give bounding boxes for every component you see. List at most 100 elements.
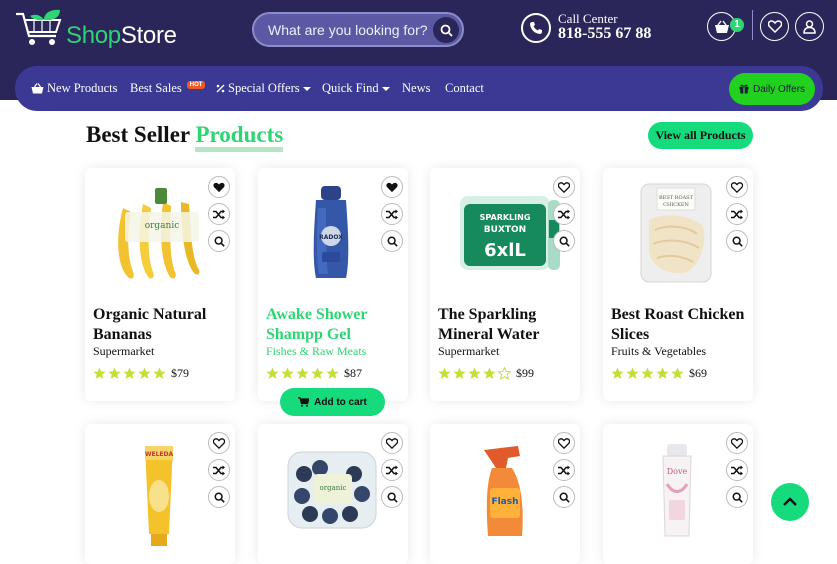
nav-special-offers[interactable]: Special Offers [216,81,311,96]
shuffle-icon [213,465,225,475]
wishlist-toggle[interactable] [381,432,403,454]
star-filled-icon [438,367,451,379]
compare-button[interactable] [726,203,748,225]
star-filled-icon [93,367,106,379]
compare-button[interactable] [208,203,230,225]
shuffle-icon [731,465,743,475]
product-card[interactable]: Dove [603,424,753,564]
user-icon [803,19,816,34]
shuffle-icon [386,465,398,475]
nav-quick-find[interactable]: Quick Find [322,81,390,96]
search-icon [387,492,398,503]
svg-text:BEST ROAST: BEST ROAST [659,195,694,201]
product-rating: $79 [93,366,189,381]
svg-text:WELEDA: WELEDA [145,451,174,458]
call-center-number[interactable]: 818-555 67 88 [558,25,651,43]
nav-news[interactable]: News [402,81,430,96]
product-name[interactable]: The Sparkling Mineral Water [438,305,578,345]
svg-text:Dove: Dove [667,467,688,476]
svg-text:BUXTON: BUXTON [484,225,526,235]
view-all-products-button[interactable]: View all Products [648,122,753,149]
product-card[interactable]: organic [258,424,408,564]
wishlist-button[interactable] [760,12,789,41]
svg-text:CHICKEN: CHICKEN [663,202,689,208]
compare-button[interactable] [381,459,403,481]
basket-icon [714,20,729,33]
wishlist-toggle[interactable] [726,176,748,198]
nav-contact-label: Contact [445,81,484,95]
compare-button[interactable] [726,459,748,481]
search-icon [214,236,225,247]
nav-contact[interactable]: Contact [445,81,484,96]
account-button[interactable] [795,12,824,41]
star-filled-icon [483,367,496,379]
product-category: Fruits & Vegetables [611,344,707,358]
nav-new-products[interactable]: New Products [31,81,117,96]
wishlist-toggle[interactable] [553,176,575,198]
shuffle-icon [558,209,570,219]
compare-button[interactable] [553,459,575,481]
quick-view-button[interactable] [381,486,403,508]
daily-offers-button[interactable]: Daily Offers [729,73,815,105]
add-to-cart-button[interactable]: Add to cart [280,388,385,416]
section-title-main: Best Seller [86,122,190,147]
svg-text:6xlL: 6xlL [484,240,526,261]
nav-new-products-label: New Products [47,81,118,95]
product-rating: $87 [266,366,362,381]
svg-text:RADOX: RADOX [319,234,343,241]
quick-view-button[interactable] [381,230,403,252]
svg-text:organic: organic [145,221,180,231]
search-input[interactable] [268,20,428,40]
quick-view-button[interactable] [726,230,748,252]
wishlist-toggle[interactable] [381,176,403,198]
call-center-icon [521,13,551,43]
product-card[interactable]: Flash [430,424,580,564]
product-name[interactable]: Best Roast Chicken Slices [611,305,751,345]
product-name[interactable]: Organic Natural Bananas [93,305,233,345]
star-filled-icon [326,367,339,379]
product-card[interactable]: organic Organic Natural Bananas Supermar… [85,168,235,401]
quick-view-button[interactable] [553,230,575,252]
shuffle-icon [731,209,743,219]
section-title-accent: Products [195,122,284,152]
nav-best-sales[interactable]: Best Sales HOT [130,80,206,96]
product-name[interactable]: Awake Shower Shampp Gel [266,305,406,345]
quick-view-button[interactable] [553,486,575,508]
search-button[interactable] [433,17,459,43]
compare-button[interactable] [208,459,230,481]
search-bar [252,12,464,47]
search-icon [214,492,225,503]
quick-view-button[interactable] [726,486,748,508]
star-filled-icon [311,367,324,379]
shuffle-icon [213,209,225,219]
cart-count-badge: 1 [730,18,744,32]
compare-button[interactable] [553,203,575,225]
star-filled-icon [266,367,279,379]
product-card[interactable]: RADOX Awake Shower Shampp Gel Fishes & R… [258,168,408,401]
logo[interactable]: ShopStore [14,8,184,54]
caret-down-icon [381,86,390,91]
wishlist-toggle[interactable] [553,432,575,454]
section-title: Best Seller Products [86,122,284,152]
wishlist-toggle[interactable] [208,176,230,198]
shuffle-icon [558,465,570,475]
product-card[interactable]: WELEDA [85,424,235,564]
header-divider [752,10,753,40]
caret-down-icon [302,86,311,91]
product-card[interactable]: SPARKLING BUXTON 6xlL The Sparkling Mine… [430,168,580,401]
compare-button[interactable] [381,203,403,225]
product-card[interactable]: BEST ROAST CHICKEN Best Roast Chicken Sl… [603,168,753,401]
quick-view-button[interactable] [208,486,230,508]
quick-view-button[interactable] [208,230,230,252]
product-category: Supermarket [93,344,155,358]
nav-news-label: News [402,81,431,95]
cart-icon [298,397,310,407]
wishlist-toggle[interactable] [208,432,230,454]
product-price: $79 [171,366,189,380]
nav-best-sales-label: Best Sales [130,81,182,95]
scroll-to-top-button[interactable] [771,483,809,521]
star-filled-icon [108,367,121,379]
heart-icon [386,182,398,192]
daily-offers-label: Daily Offers [752,83,806,95]
wishlist-toggle[interactable] [726,432,748,454]
